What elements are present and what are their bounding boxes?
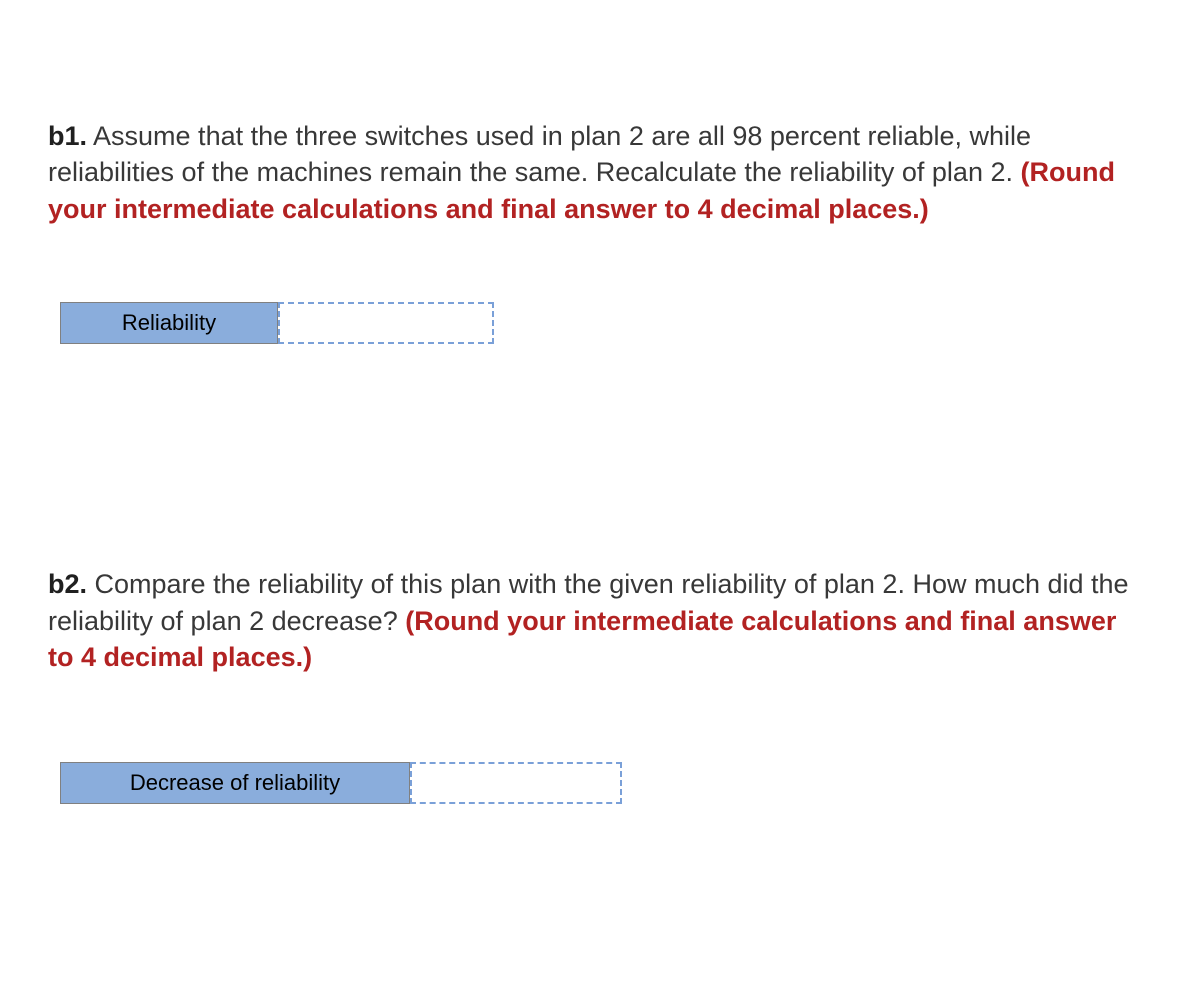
decrease-reliability-input[interactable] (410, 762, 622, 804)
answer-label-reliability: Reliability (60, 302, 278, 344)
question-b1-label: b1. (48, 121, 87, 151)
reliability-input[interactable] (278, 302, 494, 344)
answer-box-b2: Decrease of reliability (60, 762, 1146, 804)
question-b1-body: Assume that the three switches used in p… (48, 121, 1031, 187)
question-b2-label: b2. (48, 569, 87, 599)
question-b2-text: b2. Compare the reliability of this plan… (48, 566, 1146, 675)
answer-box-b1: Reliability (60, 302, 1146, 344)
answer-label-decrease: Decrease of reliability (60, 762, 410, 804)
question-b1-text: b1. Assume that the three switches used … (48, 118, 1146, 227)
